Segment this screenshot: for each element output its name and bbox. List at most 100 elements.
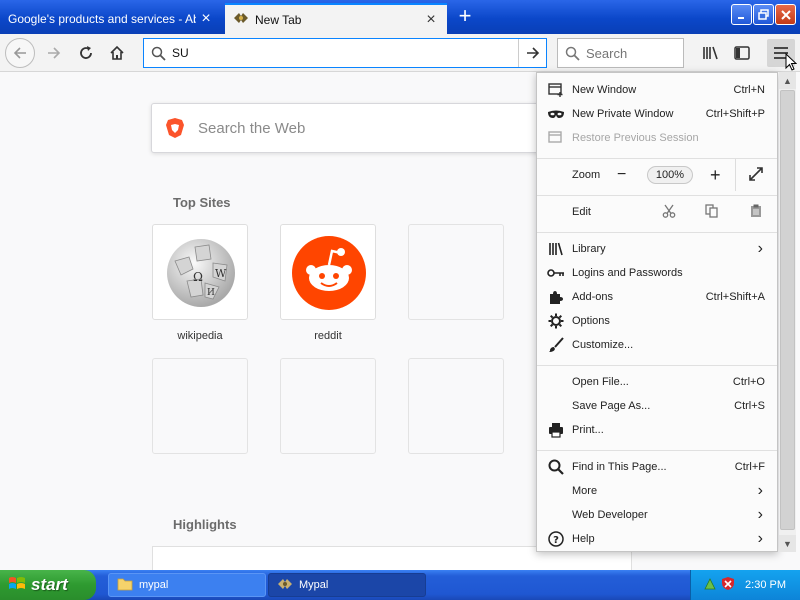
search-icon [547,458,565,476]
copy-button[interactable] [705,203,719,221]
top-site-empty[interactable] [280,358,376,454]
key-icon [547,264,565,282]
search-bar[interactable] [557,38,684,68]
taskbar-item-label: Mypal [299,579,329,591]
top-sites-heading: Top Sites [173,195,231,210]
menu-item-new-private-window[interactable]: New Private Window Ctrl+Shift+P [537,102,777,126]
taskbar-item-label: mypal [139,579,169,591]
menu-item-logins-passwords[interactable]: Logins and Passwords [537,261,777,285]
sidebar-button[interactable] [728,39,756,67]
network-tray-icon[interactable] [703,577,717,594]
chevron-right-icon: › [757,506,763,523]
url-bar[interactable] [143,38,547,68]
scroll-down-button[interactable]: ▼ [779,535,796,552]
search-input[interactable] [586,45,676,61]
tab-title: New Tab [255,12,302,27]
taskbar: start mypal Mypal 2:30 PM [0,570,800,600]
close-tab-icon[interactable]: × [423,11,439,28]
security-shield-icon[interactable] [721,576,735,594]
top-site-reddit[interactable] [280,224,376,320]
menu-item-label: Open File... [572,376,629,388]
menu-item-edit: Edit [537,200,777,224]
highlights-heading: Highlights [173,517,237,532]
scroll-thumb[interactable] [780,90,795,530]
back-button[interactable] [5,38,35,68]
start-button[interactable]: start [0,570,96,600]
menu-item-shortcut: Ctrl+N [733,84,765,96]
minimize-button[interactable] [731,4,752,25]
library-icon [703,46,718,60]
app-menu-panel: New Window Ctrl+N New Private Window Ctr… [536,72,778,552]
menu-item-shortcut: Ctrl+S [734,400,765,412]
back-arrow-icon [13,47,26,59]
menu-separator [537,365,777,366]
menu-separator [537,450,777,451]
menu-item-restore-previous-session[interactable]: Restore Previous Session [537,126,777,150]
copy-icon [705,203,718,218]
menu-item-web-developer[interactable]: Web Developer › [537,503,777,527]
zoom-out-button[interactable]: − [617,166,626,184]
paste-button[interactable] [750,204,762,221]
menu-item-label: Library [572,243,606,255]
menu-item-new-window[interactable]: New Window Ctrl+N [537,78,777,102]
library-button[interactable] [697,39,725,67]
reddit-alien-icon [292,236,366,310]
menu-item-open-file[interactable]: Open File... Ctrl+O [537,370,777,394]
zoom-in-button[interactable]: + [710,165,721,186]
cut-button[interactable] [662,204,676,221]
menu-item-customize[interactable]: Customize... [537,333,777,357]
top-site-empty[interactable] [408,358,504,454]
paintbrush-icon [547,336,565,354]
tab-new-tab[interactable]: New Tab × [225,3,447,34]
taskbar-clock: 2:30 PM [745,579,786,591]
folder-icon [117,577,133,594]
menu-item-save-page-as[interactable]: Save Page As... Ctrl+S [537,394,777,418]
zoom-label: Zoom [572,169,601,181]
menu-item-label: New Window [572,84,637,96]
home-icon [110,45,124,60]
zoom-reset-button[interactable]: 100% [647,166,693,184]
start-label: start [31,575,68,594]
reload-button[interactable] [72,39,100,67]
menu-item-label: Save Page As... [572,400,651,412]
chevron-right-icon: › [757,240,763,257]
restore-button[interactable] [753,4,774,25]
mypal-app-icon [277,577,293,594]
close-window-button[interactable] [775,4,796,25]
menu-item-label: Find in This Page... [572,461,667,473]
menu-divider [735,159,736,191]
forward-arrow-icon [48,47,61,59]
menu-item-help[interactable]: ? Help › [537,527,777,551]
go-button[interactable] [518,39,546,67]
url-input[interactable] [172,40,518,66]
menu-item-options[interactable]: Options [537,309,777,333]
new-tab-button[interactable]: + [452,4,478,30]
forward-button[interactable] [40,39,68,67]
top-site-empty[interactable] [152,358,248,454]
open-menu-button[interactable] [767,39,797,71]
top-site-wikipedia[interactable]: Ω W И [152,224,248,320]
menu-item-print[interactable]: Print... [537,418,777,442]
close-tab-icon[interactable]: × [198,10,214,27]
restore-session-icon [547,129,565,147]
menu-item-label: New Private Window [572,108,674,120]
menu-separator [537,158,777,159]
svg-text:И: И [207,288,215,298]
close-icon [780,9,791,20]
navigation-toolbar [0,34,800,72]
taskbar-item-mypal[interactable]: Mypal [268,573,426,597]
menu-item-find-in-page[interactable]: Find in This Page... Ctrl+F [537,455,777,479]
top-site-empty[interactable] [408,224,504,320]
home-button[interactable] [103,39,131,67]
menu-item-label: Add-ons [572,291,613,303]
taskbar-item-folder[interactable]: mypal [108,573,266,597]
sidebar-icon [734,46,750,60]
tab-google-products[interactable]: Google's products and services - About × [0,3,224,34]
page-scrollbar[interactable]: ▲ ▼ [779,72,796,552]
menu-item-more[interactable]: More › [537,479,777,503]
menu-item-add-ons[interactable]: Add-ons Ctrl+Shift+A [537,285,777,309]
scroll-up-button[interactable]: ▲ [779,72,796,89]
tab-title: Google's products and services - About [8,11,196,26]
fullscreen-button[interactable] [749,166,763,184]
menu-item-library[interactable]: Library › [537,237,777,261]
